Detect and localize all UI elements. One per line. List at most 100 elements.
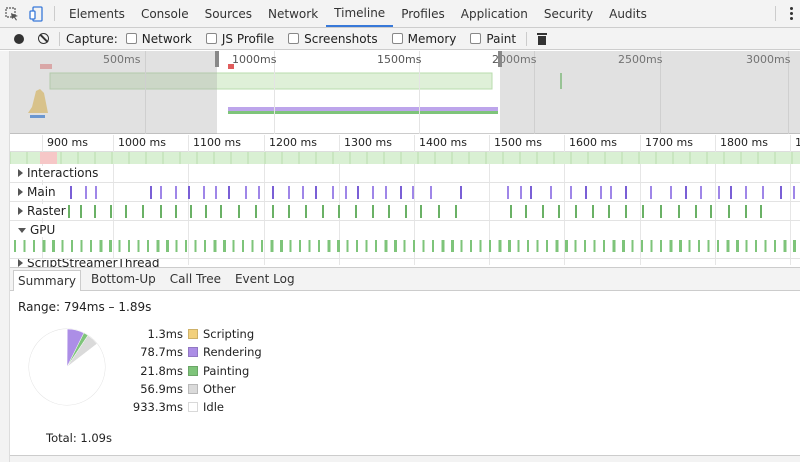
main-event-bar (610, 186, 612, 199)
main-event-bar (332, 186, 334, 199)
gpu-event-bar (764, 240, 767, 252)
gpu-event-bar (33, 240, 35, 252)
main-event-bar (650, 186, 652, 199)
track-raster[interactable]: Raster (10, 202, 800, 221)
gpu-event-bar (337, 240, 340, 252)
raster-event-bar (678, 205, 680, 218)
checkbox-box[interactable] (288, 33, 300, 44)
tab-elements[interactable]: Elements (61, 0, 133, 27)
more-options-icon[interactable] (782, 0, 800, 27)
gpu-event-bar (194, 240, 197, 252)
details-tabbar: Summary Bottom-Up Call Tree Event Log (10, 267, 800, 291)
track-script-streamer[interactable]: ScriptStreamerThread (10, 259, 800, 267)
checkbox-box[interactable] (470, 33, 482, 44)
tab-audits[interactable]: Audits (601, 0, 655, 27)
raster-label[interactable]: Raster (18, 204, 68, 218)
raster-event-bar (525, 205, 527, 218)
main-event-bar (780, 186, 782, 199)
legend-swatch (188, 384, 198, 395)
gpu-event-bar (52, 240, 55, 252)
main-event-bar (530, 186, 532, 199)
legend-value: 933.3ms (132, 400, 183, 415)
raster-event-bar (660, 205, 662, 218)
toolbar-divider (54, 6, 55, 21)
trash-icon[interactable] (537, 32, 548, 45)
gpu-event-bar (308, 240, 311, 252)
gpu-event-bar (517, 240, 520, 252)
gpu-event-bar (745, 240, 748, 252)
device-mode-icon[interactable] (24, 0, 48, 28)
main-label[interactable]: Main (18, 185, 58, 199)
details-tab-event-log[interactable]: Event Log (231, 270, 299, 288)
checkbox-box[interactable] (391, 33, 403, 44)
overview-tick-label: 1500ms (377, 53, 422, 66)
checkbox-label: Memory (407, 31, 457, 46)
gpu-event-bar (346, 240, 349, 252)
main-event-bar (345, 186, 347, 199)
interactions-label[interactable]: Interactions (18, 166, 101, 180)
tab-sources[interactable]: Sources (197, 0, 260, 27)
raster-event-bar (125, 205, 127, 218)
gpu-event-bar (641, 240, 643, 252)
gpu-event-bar (660, 240, 662, 252)
time-ruler: 900 ms 1000 ms 1100 ms 1200 ms 1300 ms 1400 m… (10, 135, 800, 265)
details-tab-bottom-up[interactable]: Bottom-Up (87, 270, 160, 288)
capture-js-profile-checkbox[interactable]: JS Profile (205, 32, 274, 46)
gpu-event-bar (42, 240, 46, 252)
gpu-event-bar (593, 240, 596, 252)
gpu-event-bar (118, 240, 121, 252)
track-main[interactable]: Main (10, 183, 800, 202)
gpu-event-bar (261, 240, 263, 252)
total-text: Total: 1.09s (46, 431, 112, 445)
capture-label: Capture: (66, 31, 118, 46)
gpu-label[interactable]: GPU (18, 223, 58, 237)
tab-profiles[interactable]: Profiles (393, 0, 453, 27)
selection-handle[interactable] (215, 51, 219, 67)
capture-screenshots-checkbox[interactable]: Screenshots (288, 32, 378, 46)
ruler-tick-label: 1400 ms (419, 136, 467, 149)
track-interactions[interactable]: Interactions (10, 164, 800, 183)
inspect-element-icon[interactable] (0, 0, 24, 28)
gpu-event-bar (251, 240, 254, 252)
tab-application[interactable]: Application (453, 0, 536, 27)
details-tab-call-tree[interactable]: Call Tree (166, 270, 225, 288)
checkbox-box[interactable] (205, 33, 217, 44)
raster-event-bar (558, 205, 560, 218)
ruler-tick-label: 1700 ms (645, 136, 693, 149)
tab-network[interactable]: Network (260, 0, 326, 27)
toolbar-divider (59, 31, 60, 46)
main-event-bar (203, 186, 205, 199)
gpu-event-bar (242, 240, 244, 252)
raster-event-bar (405, 205, 407, 218)
gpu-event-bar (147, 240, 149, 252)
gpu-event-bar (527, 240, 529, 252)
raster-event-bar (68, 205, 70, 218)
tab-timeline[interactable]: Timeline (326, 0, 394, 27)
gpu-event-bar (774, 240, 776, 252)
gpu-event-bar (783, 240, 787, 252)
tab-console[interactable]: Console (133, 0, 197, 27)
details-tab-summary[interactable]: Summary (13, 270, 81, 291)
gpu-event-bar (679, 240, 682, 252)
main-event-bar (175, 186, 177, 199)
capture-paint-checkbox[interactable]: Paint (470, 32, 516, 46)
raster-event-bar (355, 205, 357, 218)
selection-handle[interactable] (498, 51, 502, 67)
clear-icon[interactable] (38, 33, 49, 44)
tab-security[interactable]: Security (536, 0, 601, 27)
gpu-event-bar (793, 240, 796, 252)
capture-network-checkbox[interactable]: Network (125, 32, 192, 46)
timeline-overview[interactable]: 500ms 1000ms 1500ms 2000ms 2500ms 3000ms (10, 51, 800, 134)
legend-name: Painting (203, 363, 250, 378)
checkbox-box[interactable] (125, 33, 137, 44)
raster-event-bar (608, 205, 610, 218)
main-event-bar (460, 186, 462, 199)
gpu-event-bar (508, 240, 511, 252)
record-icon[interactable] (14, 33, 24, 44)
script-streamer-label[interactable]: ScriptStreamerThread (18, 259, 162, 267)
capture-memory-checkbox[interactable]: Memory (391, 31, 457, 46)
status-bar (10, 455, 800, 462)
track-gpu[interactable]: GPU (10, 221, 800, 259)
main-event-bar (70, 186, 72, 199)
raster-event-bar (455, 205, 457, 218)
